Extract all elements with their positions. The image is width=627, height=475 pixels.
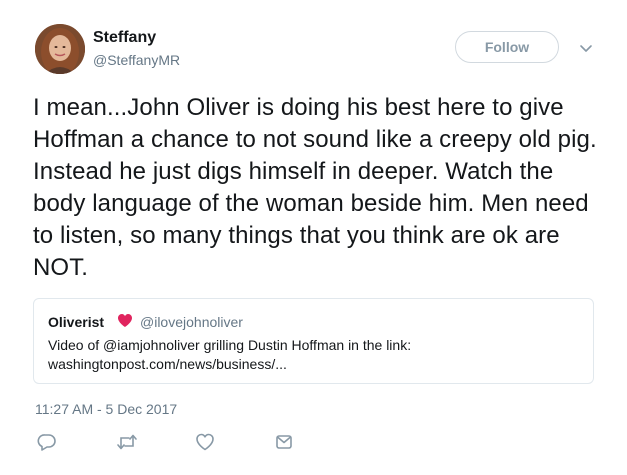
quoted-text-line: Video of @iamjohnoliver grilling Dustin …	[48, 337, 412, 353]
like-icon[interactable]	[195, 433, 215, 451]
tweet-text: I mean...John Oliver is doing his best h…	[33, 94, 597, 281]
reply-icon[interactable]	[37, 433, 57, 451]
retweet-icon[interactable]	[116, 433, 137, 451]
tweet-timestamp[interactable]: 11:27 AM - 5 Dec 2017	[35, 401, 177, 417]
quoted-tweet[interactable]: Oliverist @ilovejohnoliver Video of @iam…	[33, 298, 594, 384]
tweet-card: Steffany @SteffanyMR Follow I mean...Joh…	[0, 0, 627, 475]
quoted-author-name[interactable]: Oliverist	[48, 314, 104, 330]
author-name[interactable]: Steffany	[93, 29, 156, 47]
follow-button[interactable]: Follow	[455, 31, 559, 63]
author-handle[interactable]: @SteffanyMR	[93, 52, 180, 68]
quoted-author-handle[interactable]: @ilovejohnoliver	[140, 314, 243, 330]
chevron-down-icon[interactable]	[578, 40, 594, 56]
message-icon[interactable]	[274, 433, 294, 451]
quoted-link[interactable]: washingtonpost.com/news/business/...	[48, 356, 287, 372]
red-heart-icon	[117, 313, 133, 328]
avatar[interactable]	[35, 24, 85, 74]
